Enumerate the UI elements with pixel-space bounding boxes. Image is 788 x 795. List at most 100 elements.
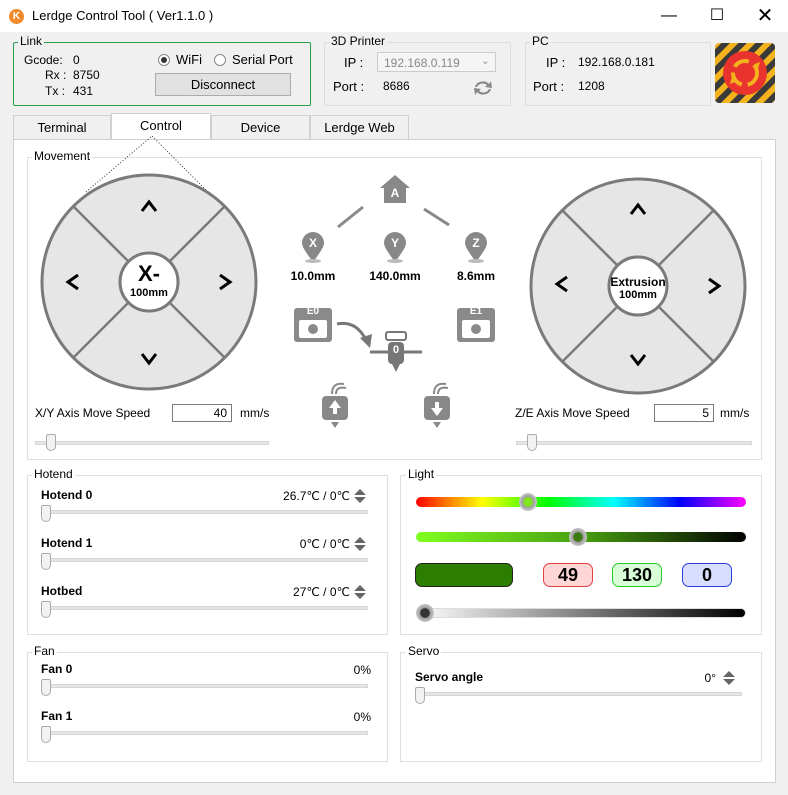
saturation-slider-thumb[interactable] — [568, 528, 587, 546]
minimize-icon[interactable]: — — [646, 0, 692, 32]
hue-slider-thumb[interactable] — [518, 493, 537, 511]
ze-axis-selector[interactable]: Extrusion — [603, 275, 673, 289]
tab-lerdge-web[interactable]: Lerdge Web — [310, 115, 409, 140]
printer-ip-label: IP : — [344, 55, 364, 70]
hotend-1-value: 0℃ / 0℃ — [299, 537, 350, 551]
link-label: Link — [18, 34, 45, 48]
arrow-right-icon — [219, 273, 233, 291]
brightness-slider[interactable] — [416, 608, 746, 618]
wifi-radio[interactable] — [158, 54, 170, 66]
x-position: 10.0mm — [290, 269, 336, 283]
y-position: 140.0mm — [369, 269, 421, 283]
xy-step-distance: 100mm — [130, 287, 168, 299]
light-label: Light — [406, 467, 437, 481]
hotbed-slider-thumb[interactable] — [41, 601, 51, 618]
wifi-radio-label[interactable]: WiFi — [176, 52, 202, 67]
blue-value-box[interactable]: 0 — [682, 563, 732, 587]
hotend-0-value: 26.7℃ / 0℃ — [283, 489, 350, 503]
z-axis-letter: Z — [472, 236, 480, 250]
printer-label: 3D Printer — [329, 34, 388, 48]
disconnect-button[interactable]: Disconnect — [155, 73, 291, 96]
fan-0-value: 0% — [353, 663, 371, 677]
chevron-down-icon: ⌄ — [480, 55, 490, 67]
xy-axis-selector[interactable]: X- — [121, 262, 177, 286]
x-axis-letter: X — [308, 236, 317, 250]
hue-slider[interactable] — [416, 497, 746, 507]
fan-0-slider[interactable] — [41, 684, 368, 688]
hotbed-label: Hotbed — [41, 584, 83, 598]
servo-group — [400, 652, 762, 762]
home-link-right — [423, 207, 450, 227]
fan-1-slider-thumb[interactable] — [41, 726, 51, 743]
arrow-up-icon — [629, 202, 647, 215]
brightness-slider-thumb[interactable] — [416, 604, 434, 622]
xy-speed-slider-thumb[interactable] — [46, 434, 57, 451]
color-preview-swatch — [415, 563, 513, 587]
fan-0-slider-thumb[interactable] — [41, 679, 51, 696]
retract-filament-icon[interactable] — [318, 380, 352, 430]
pc-group — [525, 42, 711, 106]
hotbed-slider[interactable] — [41, 606, 368, 610]
hotbed-spinner-icon[interactable] — [353, 584, 367, 600]
gcode-count: 0 — [73, 53, 80, 67]
window-title: Lerdge Control Tool ( Ver1.1.0 ) — [32, 8, 214, 23]
arrow-down-icon — [629, 354, 647, 367]
ze-speed-input[interactable]: 5 — [654, 404, 714, 422]
arrow-left-icon — [65, 273, 79, 291]
servo-angle-value: 0° — [704, 671, 716, 685]
e0-label: E0 — [306, 306, 320, 317]
ze-speed-slider-thumb[interactable] — [527, 434, 538, 451]
fan-1-label: Fan 1 — [41, 709, 73, 723]
hotbed-value: 27℃ / 0℃ — [293, 585, 350, 599]
tx-label: Tx : — [45, 84, 65, 98]
printer-ip-value: 192.168.0.119 — [384, 56, 460, 70]
hotend-0-slider-thumb[interactable] — [41, 505, 51, 522]
tx-count: 431 — [73, 84, 94, 98]
printer-port-label: Port : — [333, 79, 365, 94]
fan-1-value: 0% — [353, 710, 371, 724]
xy-speed-input[interactable]: 40 — [172, 404, 232, 422]
emergency-stop-button[interactable] — [714, 42, 776, 104]
close-icon[interactable]: ✕ — [742, 0, 788, 32]
xy-speed-label: X/Y Axis Move Speed — [35, 406, 151, 420]
serial-port-radio-label[interactable]: Serial Port — [232, 52, 293, 67]
xy-speed-unit: mm/s — [240, 406, 270, 420]
e1-label: E1 — [469, 306, 483, 317]
pc-ip-value: 192.168.0.181 — [578, 55, 655, 69]
fan-1-slider[interactable] — [41, 731, 368, 735]
servo-angle-slider-thumb[interactable] — [415, 687, 425, 704]
servo-angle-spinner-icon[interactable] — [722, 670, 736, 686]
home-all-label: A — [390, 186, 400, 200]
hotend-1-spinner-icon[interactable] — [353, 536, 367, 552]
app-logo-icon: K — [9, 9, 24, 24]
servo-angle-slider[interactable] — [415, 692, 742, 696]
arrow-up-icon — [140, 199, 158, 212]
printer-ip-combo[interactable]: 192.168.0.119 ⌄ — [377, 52, 496, 72]
hotend-1-slider-thumb[interactable] — [41, 553, 51, 570]
hotend-0-spinner-icon[interactable] — [353, 488, 367, 504]
serial-port-radio[interactable] — [214, 54, 226, 66]
hotend-1-slider[interactable] — [41, 558, 368, 562]
ze-speed-label: Z/E Axis Move Speed — [515, 406, 630, 420]
rx-label: Rx : — [45, 68, 67, 82]
home-link-left — [337, 205, 364, 229]
refresh-icon[interactable] — [472, 78, 494, 98]
red-value-box[interactable]: 49 — [543, 563, 593, 587]
hotend-0-slider[interactable] — [41, 510, 368, 514]
hotend-1-label: Hotend 1 — [41, 536, 93, 550]
servo-label: Servo — [406, 644, 442, 658]
green-value-box[interactable]: 130 — [612, 563, 662, 587]
arrow-left-icon — [554, 275, 568, 293]
extrude-filament-icon[interactable] — [420, 380, 454, 430]
maximize-icon[interactable]: ☐ — [694, 0, 740, 32]
hotend-0-label: Hotend 0 — [41, 488, 93, 502]
xy-speed-slider[interactable] — [35, 441, 269, 445]
fan-0-label: Fan 0 — [41, 662, 73, 676]
z-position: 8.6mm — [456, 269, 496, 283]
y-axis-letter: Y — [390, 236, 399, 250]
pc-label: PC — [530, 34, 551, 48]
pc-port-label: Port : — [533, 79, 565, 94]
rx-count: 8750 — [73, 68, 100, 82]
ze-speed-slider[interactable] — [516, 441, 752, 445]
pc-ip-label: IP : — [546, 55, 566, 70]
